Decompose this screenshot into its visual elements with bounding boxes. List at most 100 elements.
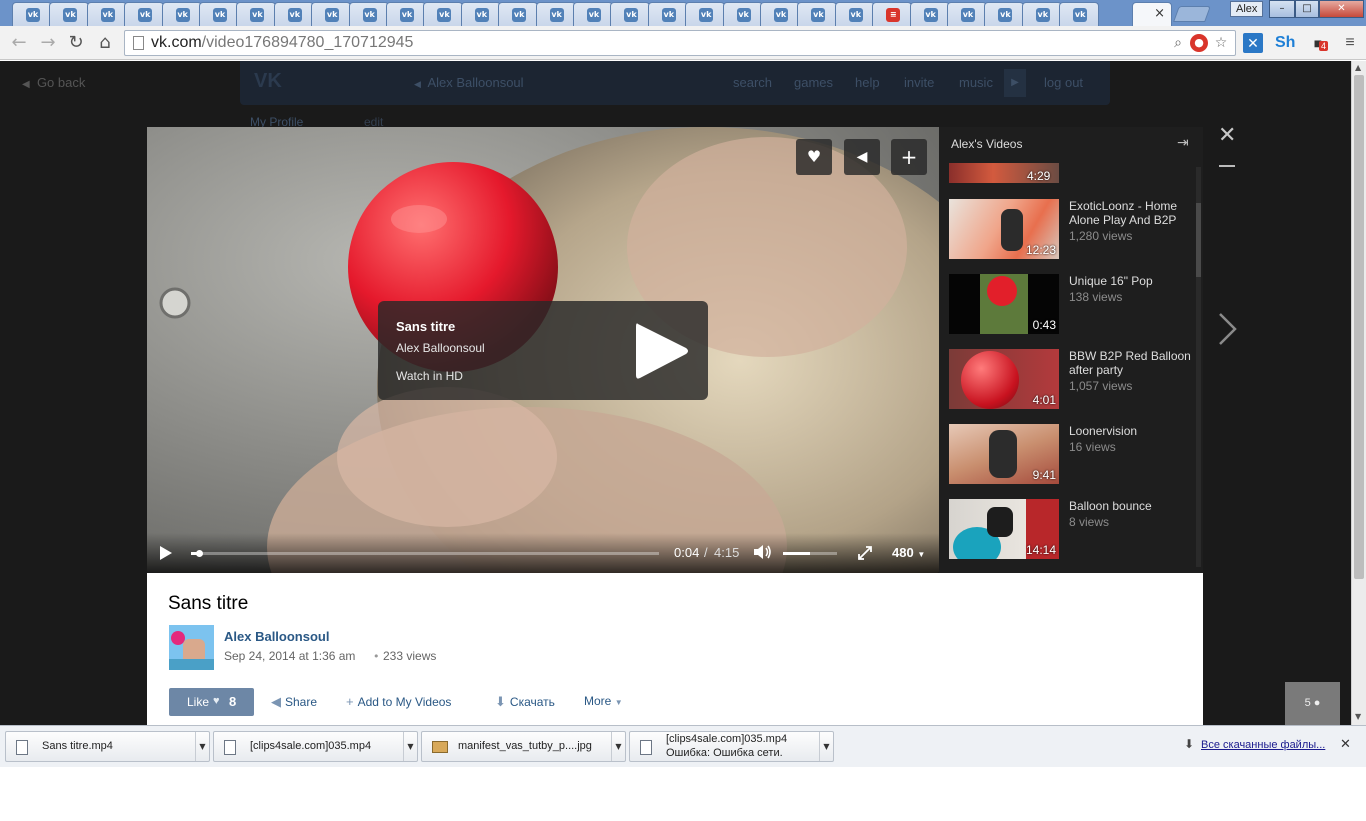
volume-slider[interactable]	[783, 552, 837, 555]
browser-tab[interactable]: vk	[49, 2, 90, 26]
heart-icon[interactable]: ♥	[796, 139, 832, 175]
add-to-my-videos-button[interactable]: + Add to My Videos	[346, 694, 451, 709]
video-title[interactable]: Loonervision	[1069, 424, 1191, 438]
quality-selector[interactable]: 480 ▼	[892, 545, 925, 560]
browser-tab[interactable]: vk	[124, 2, 165, 26]
browser-tab[interactable]: vk	[535, 2, 576, 26]
download-menu-caret-icon[interactable]: ▼	[403, 732, 417, 761]
extension-sh-icon[interactable]: Sh	[1275, 33, 1295, 53]
download-item[interactable]: Sans titre.mp4 ▼	[5, 731, 210, 762]
megaphone-icon[interactable]: ◀	[844, 139, 880, 175]
extension-red-icon[interactable]: ●	[1190, 34, 1208, 52]
tab-close-icon[interactable]: ×	[1154, 6, 1165, 21]
browser-tab[interactable]: vk	[460, 2, 501, 26]
video-thumbnail[interactable]: 9:41	[949, 424, 1059, 484]
chat-widget[interactable]: 5 ●	[1285, 682, 1340, 725]
video-player[interactable]: ♥ ◀ + Sans titre Alex Balloonsoul Watch …	[147, 127, 939, 573]
video-item[interactable]: 0:43 Unique 16" Pop 138 views	[949, 274, 1189, 334]
more-dropdown[interactable]: More ▼	[584, 694, 623, 708]
download-item[interactable]: [clips4sale.com]035.mp4 Ошибка: Ошибка с…	[629, 731, 834, 762]
play-icon[interactable]	[159, 545, 173, 561]
music-play-icon[interactable]: ▶	[1004, 69, 1026, 97]
progress-handle[interactable]	[196, 550, 204, 557]
browser-tab[interactable]: vk	[797, 2, 838, 26]
window-maximize-button[interactable]: □	[1295, 0, 1319, 18]
browser-tab[interactable]: vk	[236, 2, 277, 26]
url-text[interactable]: vk.com/video176894780_170712945	[151, 34, 413, 52]
browser-tab[interactable]: vk	[984, 2, 1025, 26]
video-title[interactable]: Unique 16" Pop	[1069, 274, 1191, 288]
video-title[interactable]: ExoticLoonz - Home Alone Play And B2P	[1069, 199, 1191, 227]
download-menu-caret-icon[interactable]: ▼	[611, 732, 625, 761]
browser-tab[interactable]: vk	[498, 2, 539, 26]
browser-user-chip[interactable]: Alex	[1230, 1, 1264, 17]
download-item[interactable]: manifest_vas_tutby_p....jpg ▼	[421, 731, 626, 762]
browser-tab[interactable]: vk	[423, 2, 464, 26]
browser-tab[interactable]: vk	[348, 2, 389, 26]
browser-tab[interactable]: vk	[834, 2, 875, 26]
download-menu-caret-icon[interactable]: ▼	[819, 732, 833, 761]
zoom-icon[interactable]: ⌕	[1169, 34, 1187, 52]
close-download-shelf-icon[interactable]: ✕	[1340, 737, 1351, 752]
video-thumbnail[interactable]: 4:01	[949, 349, 1059, 409]
home-icon[interactable]: ⌂	[93, 31, 117, 55]
forward-arrow-icon[interactable]: →	[36, 31, 60, 55]
browser-tab[interactable]: ≡	[872, 2, 913, 26]
go-back-link[interactable]: ◀ Go back	[22, 75, 85, 90]
browser-tab[interactable]: vk	[760, 2, 800, 26]
extension-badge-icon[interactable]: ■ 4	[1308, 33, 1329, 53]
header-link-invite[interactable]: invite	[904, 75, 934, 90]
vk-logo[interactable]: VK	[254, 70, 282, 93]
browser-tab[interactable]: vk	[909, 2, 950, 26]
download-button[interactable]: ⬇ Скачать	[495, 694, 555, 710]
browser-menu-icon[interactable]: ≡	[1340, 33, 1360, 53]
progress-bar[interactable]	[191, 550, 659, 557]
scroll-down-arrow-icon[interactable]: ▼	[1355, 712, 1361, 721]
extension-blue-icon[interactable]: ✕	[1243, 33, 1263, 53]
overlay-title[interactable]: Sans titre	[396, 319, 455, 334]
reload-icon[interactable]: ↻	[64, 31, 88, 55]
browser-tab[interactable]: vk	[573, 2, 613, 26]
browser-tab[interactable]: vk	[199, 2, 239, 26]
sidebar-scrollbar[interactable]	[1196, 167, 1201, 567]
browser-tab[interactable]: vk	[12, 2, 52, 26]
page-scrollbar[interactable]: ▲ ▼	[1351, 61, 1366, 725]
video-title[interactable]: BBW B2P Red Balloon after party	[1069, 349, 1191, 377]
header-link-search[interactable]: search	[733, 75, 772, 90]
video-thumbnail[interactable]: 12:23	[949, 199, 1059, 259]
header-link-help[interactable]: help	[855, 75, 880, 90]
download-menu-caret-icon[interactable]: ▼	[195, 732, 209, 761]
video-date[interactable]: Sep 24, 2014 at 1:36 am	[224, 649, 355, 663]
fullscreen-icon[interactable]	[857, 545, 873, 561]
close-video-icon[interactable]: ✕	[1218, 123, 1236, 148]
browser-tab[interactable]: vk	[311, 2, 352, 26]
sidebar-scroll-thumb[interactable]	[1196, 203, 1201, 277]
share-button[interactable]: ◀ Share	[271, 694, 317, 710]
video-thumbnail[interactable]: 0:43	[949, 274, 1059, 334]
video-item[interactable]: 14:14 Balloon bounce 8 views	[949, 499, 1189, 559]
video-author-link[interactable]: Alex Balloonsoul	[224, 629, 329, 644]
window-close-button[interactable]: ✕	[1319, 0, 1364, 18]
header-link-logout[interactable]: log out	[1044, 75, 1083, 90]
download-item[interactable]: [clips4sale.com]035.mp4 ▼	[213, 731, 418, 762]
overlay-author[interactable]: Alex Balloonsoul	[396, 341, 485, 355]
browser-tab[interactable]: vk	[161, 2, 202, 26]
browser-tab[interactable]: vk	[647, 2, 688, 26]
next-video-arrow-icon[interactable]	[1217, 311, 1239, 347]
browser-tab[interactable]: vk	[86, 2, 127, 26]
volume-icon[interactable]	[753, 543, 773, 561]
browser-tab[interactable]: vk	[1059, 2, 1100, 26]
header-link-games[interactable]: games	[794, 75, 833, 90]
scroll-up-arrow-icon[interactable]: ▲	[1355, 63, 1361, 72]
header-user-link[interactable]: ◀ Alex Balloonsoul	[414, 75, 524, 90]
browser-tab[interactable]: vk×	[1132, 2, 1172, 26]
browser-tab[interactable]: vk	[1021, 2, 1062, 26]
back-arrow-icon[interactable]: ←	[7, 31, 31, 55]
video-item[interactable]: 9:41 Loonervision 16 views	[949, 424, 1189, 484]
browser-tab[interactable]: vk	[722, 2, 763, 26]
address-bar[interactable]: vk.com/video176894780_170712945 ⌕ ● ☆	[124, 30, 1236, 56]
browser-tab[interactable]: vk	[947, 2, 987, 26]
browser-tab[interactable]: vk	[685, 2, 726, 26]
new-tab-button[interactable]	[1173, 6, 1211, 22]
plus-icon[interactable]: +	[891, 139, 927, 175]
